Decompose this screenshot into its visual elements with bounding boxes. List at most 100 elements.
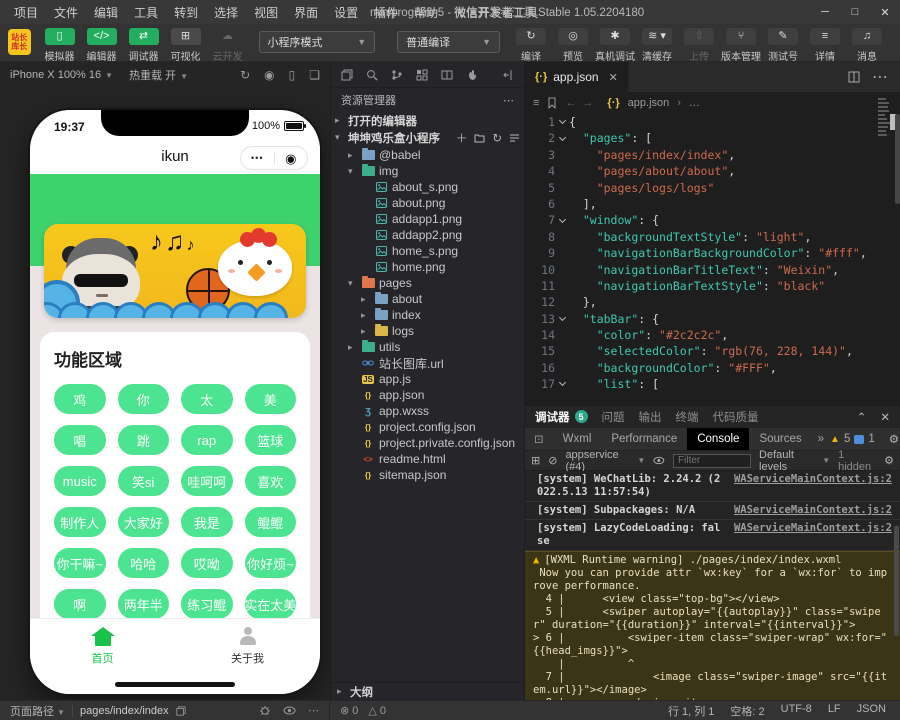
status-item[interactable]: LF [828,703,841,719]
feature-button-啊[interactable]: 啊 [54,589,106,619]
panel-tab-终端[interactable]: 终端 [676,409,699,425]
tree-item-readme.html[interactable]: <>readme.html [331,451,524,467]
menu-编辑[interactable]: 编辑 [86,4,126,21]
feature-button-两年半[interactable]: 两年半 [118,589,170,619]
console-source-link[interactable]: WAServiceMainContext.js:2 [734,473,892,499]
error-count[interactable]: ⊗ 0 [340,704,358,717]
menu-文件[interactable]: 文件 [46,4,86,21]
tree-item-app.js[interactable]: JSapp.js [331,371,524,387]
status-item[interactable]: 空格: 2 [730,703,764,719]
toolbar-button-测试号[interactable]: ✎测试号 [762,28,804,63]
editor-more-icon[interactable]: ⋯ [872,67,888,87]
more-tabs-icon[interactable]: » [812,433,830,445]
inspect-element-icon[interactable]: ⊡ [525,432,553,446]
tree-item-img[interactable]: ▾img [331,163,524,179]
mode-select[interactable]: 小程序模式▼ [259,31,376,53]
maximize-button[interactable]: □ [840,0,870,24]
toolbar-button-版本管理[interactable]: ⑂版本管理 [720,28,762,63]
status-item[interactable]: 行 1, 列 1 [668,703,714,719]
toolbar-button-编译[interactable]: ↻编译 [510,28,552,63]
feature-button-笑si[interactable]: 笑si [118,466,170,496]
toolbar-button-清缓存[interactable]: ≋ ▾清缓存 [636,28,678,63]
feature-button-哇呵呵[interactable]: 哇呵呵 [181,466,233,496]
tree-item-about.png[interactable]: about.png [331,195,524,211]
toolbar-button-消息[interactable]: ♫消息 [846,28,888,63]
open-editors-section[interactable]: ▸打开的编辑器 [331,112,524,129]
editor-layout-icon[interactable] [441,69,453,81]
feature-button-rap[interactable]: rap [181,425,233,455]
breadcrumb-file[interactable]: app.json [628,97,670,109]
outline-icon[interactable]: ≡ [533,97,539,109]
feature-button-美[interactable]: 美 [245,384,297,414]
search-icon[interactable] [366,69,378,81]
toolbar-button-云开发[interactable]: ☁云开发 [207,28,249,63]
feature-button-制作人[interactable]: 制作人 [54,507,106,537]
menu-选择[interactable]: 选择 [206,4,246,21]
feature-button-喜欢[interactable]: 喜欢 [245,466,297,496]
hot-reload-toggle[interactable]: 热重载 开▼ [129,67,188,83]
more-icon[interactable]: ⋯ [308,704,319,717]
fold-chevron-icon[interactable] [558,379,565,386]
info-count-icon[interactable] [854,435,864,444]
feature-button-唱[interactable]: 唱 [54,425,106,455]
nav-back-forward-icons[interactable]: ←→ [565,97,599,109]
feature-button-哎呦[interactable]: 哎呦 [181,548,233,578]
toolbar-button-模拟器[interactable]: ▯模拟器 [39,28,81,63]
feature-button-你干嘛~[interactable]: 你干嘛~ [54,548,106,578]
more-menu-button[interactable]: ••• [241,153,274,163]
menu-视图[interactable]: 视图 [246,4,286,21]
panel-tab-问题[interactable]: 问题 [602,409,625,425]
console-source-link[interactable]: WAServiceMainContext.js:2 [734,522,892,548]
tree-item-@babel[interactable]: ▸@babel [331,147,524,163]
fold-chevron-icon[interactable] [558,314,565,321]
console-settings-icon[interactable]: ⚙ [884,454,894,467]
collapse-sidebar-icon[interactable] [502,69,514,81]
log-levels-select[interactable]: Default levels▼ [759,449,830,473]
feature-button-实在太美[interactable]: 实在太美 [245,589,297,619]
feature-button-篮球[interactable]: 篮球 [245,425,297,455]
extensions-icon[interactable] [416,69,428,81]
devtools-tab-Sources[interactable]: Sources [749,428,811,450]
record-icon[interactable]: ◉ [264,68,274,82]
refresh-explorer-icon[interactable]: ↻ [492,131,502,145]
exit-miniapp-button[interactable]: ◉ [275,152,308,165]
swiper-banner-image[interactable]: ♪♫♪ [44,224,306,318]
minimize-button[interactable]: ─ [810,0,840,24]
warning-count-icon[interactable]: ▲ [830,434,840,445]
copy-path-icon[interactable] [176,706,186,716]
menu-界面[interactable]: 界面 [286,4,326,21]
explorer-more-icon[interactable]: ⋯ [503,94,514,107]
console-filter-input[interactable] [673,454,751,468]
tree-item-index[interactable]: ▸index [331,307,524,323]
feature-button-鲲鲲[interactable]: 鲲鲲 [245,507,297,537]
menu-转到[interactable]: 转到 [166,4,206,21]
panel-tab-输出[interactable]: 输出 [639,409,662,425]
menu-工具[interactable]: 工具 [126,4,166,21]
menu-项目[interactable]: 项目 [6,4,46,21]
tree-item-sitemap.json[interactable]: {}sitemap.json [331,467,524,483]
tab-app-json[interactable]: {·} app.json ✕ [525,62,629,92]
detach-window-icon[interactable]: ❏ [309,68,320,82]
project-section[interactable]: ▾坤坤鸡乐盒小程序 ＋ ↻ [331,129,524,146]
split-editor-icon[interactable] [848,71,860,83]
hand-gesture-icon[interactable] [466,69,478,81]
bookmark-icon[interactable] [547,97,557,109]
collapse-all-icon[interactable] [509,133,520,143]
toolbar-button-编辑器[interactable]: </>编辑器 [81,28,123,63]
feature-button-我是[interactable]: 我是 [181,507,233,537]
toolbar-button-详情[interactable]: ≡详情 [804,28,846,63]
close-button[interactable]: ✕ [870,0,900,24]
tree-item-home_s.png[interactable]: home_s.png [331,243,524,259]
panel-close-icon[interactable]: ✕ [880,410,890,424]
panel-collapse-icon[interactable]: ⌃ [857,410,867,424]
close-tab-icon[interactable]: ✕ [609,71,618,84]
code-area[interactable]: 1{2 "pages": [3 "pages/index/index",4 "p… [525,114,900,393]
editor-scrollbar[interactable] [895,114,900,204]
tree-item-addapp1.png[interactable]: addapp1.png [331,211,524,227]
status-item[interactable]: JSON [857,703,886,719]
menu-设置[interactable]: 设置 [326,4,366,21]
devtools-tab-Performance[interactable]: Performance [601,428,687,450]
tree-item-about_s.png[interactable]: about_s.png [331,179,524,195]
breadcrumb-more[interactable]: … [689,97,700,109]
feature-button-大家好[interactable]: 大家好 [118,507,170,537]
